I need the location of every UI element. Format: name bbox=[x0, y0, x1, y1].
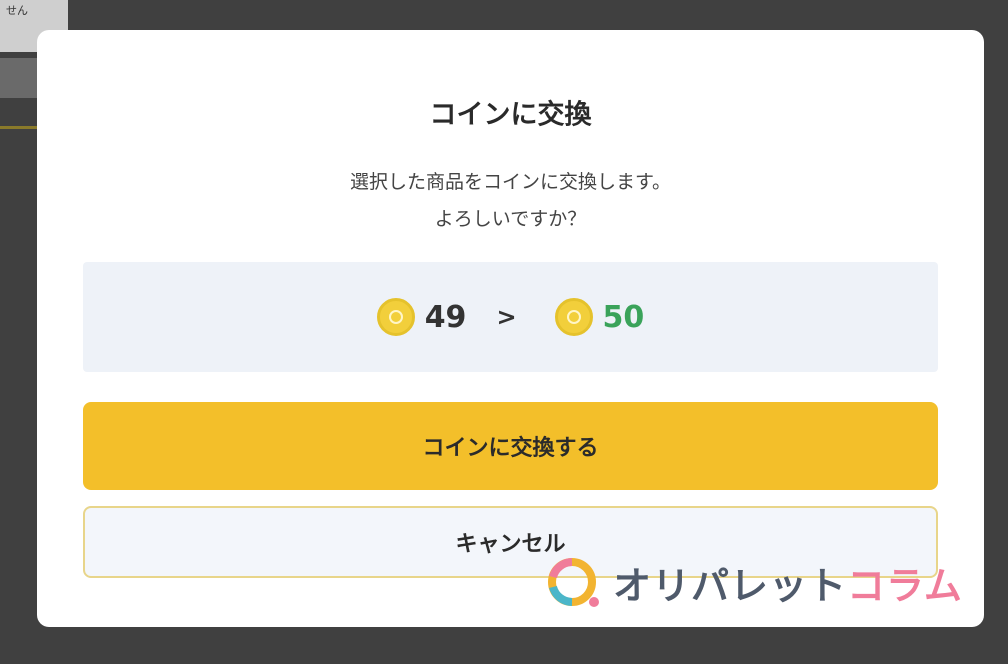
dialog-message-line1: 選択した商品をコインに交換します。 bbox=[349, 171, 672, 193]
exchange-dialog: コインに交換 選択した商品をコインに交換します。 よろしいですか？ 49 > 5… bbox=[37, 30, 984, 627]
background-panel-text: せん bbox=[6, 4, 28, 17]
coins-after-value: 50 bbox=[602, 299, 645, 335]
background-bar bbox=[0, 58, 40, 98]
background-line bbox=[0, 126, 40, 129]
exchange-to-coin-button[interactable]: コインに交換する bbox=[83, 402, 938, 490]
coin-icon bbox=[554, 298, 593, 336]
coins-before: 49 bbox=[376, 298, 467, 336]
dialog-title: コインに交換 bbox=[429, 99, 592, 131]
coins-before-value: 49 bbox=[424, 299, 467, 335]
watermark-logo: オリパレットコラム bbox=[545, 552, 963, 612]
exchange-summary: 49 > 50 bbox=[83, 262, 938, 372]
dialog-message: 選択した商品をコインに交換します。 よろしいですか？ bbox=[37, 164, 984, 238]
logo-text: オリパレットコラム bbox=[613, 555, 963, 610]
logo-text-main: オリパレット bbox=[613, 563, 848, 608]
coin-icon bbox=[376, 298, 415, 336]
logo-mark-icon bbox=[548, 558, 599, 607]
chevron-right-icon: > bbox=[496, 303, 517, 331]
dialog-message-line2: よろしいですか？ bbox=[434, 208, 587, 230]
logo-text-accent: コラム bbox=[847, 563, 963, 608]
coins-after: 50 bbox=[554, 298, 645, 336]
